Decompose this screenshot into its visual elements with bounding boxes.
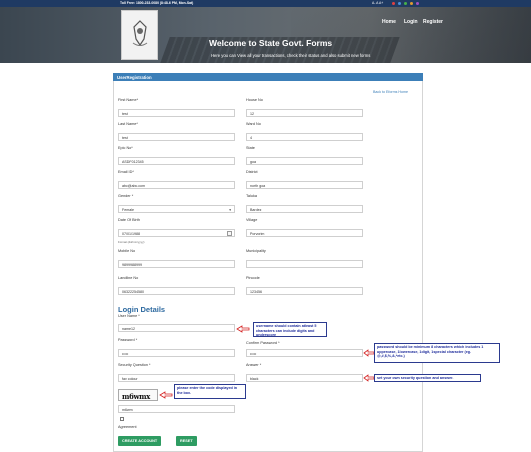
back-to-eforms-link[interactable]: Back to Eforms Home	[373, 90, 408, 94]
ward-no-label: Ward No	[246, 122, 261, 126]
ward-no-input[interactable]: 4	[246, 133, 363, 141]
municipality-label: Municipality	[246, 249, 266, 253]
epic-no-label: Epic No*	[118, 146, 133, 150]
create-account-button[interactable]: CREATE ACCOUNT	[118, 436, 162, 446]
captcha-input[interactable]: m6wm	[118, 405, 235, 413]
username-arrow-icon	[236, 325, 250, 333]
top-bar: Toll Free: 1800-233-0080 (8:48-6 PM, Mon…	[0, 0, 531, 7]
username-label: User Name *	[118, 314, 140, 318]
first-name-label: First Name*	[118, 98, 139, 102]
security-question-label: Security Question *	[118, 363, 151, 367]
state-input[interactable]: goa	[246, 157, 363, 165]
landline-label: Landline No	[118, 276, 139, 280]
confirm-password-input[interactable]: •••••	[246, 349, 363, 357]
captcha-rule-note: please enter the code displayed in the b…	[174, 384, 246, 399]
reset-button[interactable]: RESET	[176, 436, 197, 446]
emblem-icon	[132, 20, 148, 47]
theme-dot-orange[interactable]	[410, 2, 413, 5]
last-name-label: Last Name*	[118, 122, 138, 126]
email-label: Email ID*	[118, 170, 134, 174]
username-input[interactable]: name12	[118, 324, 235, 332]
font-size-controls[interactable]: A- A A+	[372, 1, 383, 5]
house-no-input[interactable]: 12	[246, 109, 363, 117]
first-name-input[interactable]: test	[118, 109, 235, 117]
captcha-arrow-icon	[159, 391, 173, 399]
captcha-text: m6wmx	[122, 392, 150, 401]
captcha-image: m6wmx	[118, 389, 158, 401]
taluka-input[interactable]: Bardez	[246, 205, 363, 213]
username-rule-note: username should contain atleast 5 charac…	[253, 322, 327, 337]
chevron-down-icon: ▾	[229, 207, 231, 212]
answer-label: Answer *	[246, 363, 262, 367]
toll-free-text: Toll Free: 1800-233-0080 (8:48-6 PM, Mon…	[120, 1, 194, 5]
village-input[interactable]: Porvorim	[246, 229, 363, 237]
taluka-label: Taluka	[246, 194, 257, 198]
epic-no-input[interactable]: ASDF012345	[118, 157, 235, 165]
gender-selected-value: Female	[122, 207, 134, 212]
nav-login[interactable]: Login	[404, 19, 418, 25]
password-rule-note: password should be minimum 8 characters …	[374, 343, 500, 363]
security-rule-note: set your own security question and answe…	[374, 374, 481, 382]
mobile-label: Mobile No	[118, 249, 136, 253]
email-input[interactable]: abc@abc.com	[118, 181, 235, 189]
password-input[interactable]: •••••	[118, 349, 235, 357]
dob-label: Date Of Birth	[118, 218, 140, 222]
house-no-label: House No	[246, 98, 263, 102]
state-label: State	[246, 146, 255, 150]
dob-value: 07/01/1988	[122, 231, 140, 236]
calendar-icon[interactable]	[227, 231, 232, 236]
dob-input[interactable]: 07/01/1988	[118, 229, 235, 237]
dob-format-hint: Format (dd/mm/yyyy)	[118, 240, 145, 244]
agreement-label: Agreement	[118, 425, 137, 429]
page-title: Welcome to State Govt. Forms	[209, 38, 333, 48]
gender-select[interactable]: Female ▾	[118, 205, 235, 213]
theme-dot-red[interactable]	[392, 2, 395, 5]
theme-dot-purple[interactable]	[416, 2, 419, 5]
gender-label: Gender *	[118, 194, 134, 198]
login-details-heading: Login Details	[118, 305, 166, 314]
security-question-input[interactable]: fav colour	[118, 374, 235, 382]
pincode-input[interactable]: 123456	[246, 287, 363, 295]
district-input[interactable]: north goa	[246, 181, 363, 189]
theme-dot-blue[interactable]	[398, 2, 401, 5]
agreement-checkbox[interactable]	[120, 417, 124, 421]
panel-header: UserRegistration	[113, 73, 423, 81]
municipality-input[interactable]	[246, 260, 363, 268]
landline-input[interactable]: 06322254580	[118, 287, 235, 295]
nav-register[interactable]: Register	[423, 19, 443, 25]
panel-title: UserRegistration	[117, 74, 152, 80]
district-label: District	[246, 170, 258, 174]
nav-home[interactable]: Home	[382, 19, 396, 25]
pincode-label: Pincode	[246, 276, 260, 280]
last-name-input[interactable]: test	[118, 133, 235, 141]
password-label: Password *	[118, 338, 138, 342]
page-subtitle: Here you can View all your transactions,…	[211, 53, 371, 58]
government-logo[interactable]	[121, 10, 158, 60]
mobile-input[interactable]: 9899988999	[118, 260, 235, 268]
theme-dot-green[interactable]	[404, 2, 407, 5]
answer-input[interactable]: black	[246, 374, 363, 382]
village-label: Village	[246, 218, 258, 222]
confirm-password-label: Confirm Password *	[246, 341, 280, 345]
